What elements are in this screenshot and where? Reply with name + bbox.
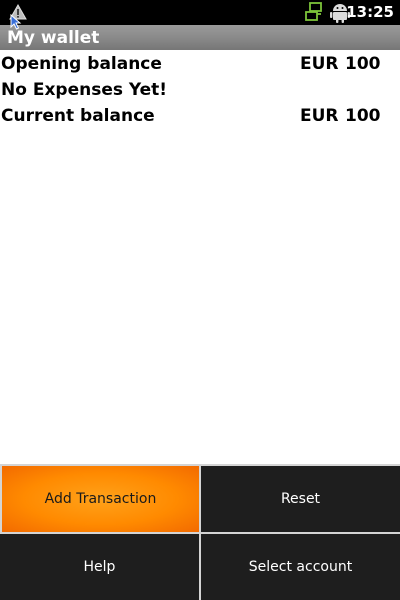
current-balance-amount: 100 bbox=[345, 106, 381, 126]
opening-balance-label: Opening balance bbox=[1, 54, 162, 74]
opening-balance-currency: EUR bbox=[300, 54, 339, 74]
opening-balance-amount: 100 bbox=[345, 54, 381, 74]
opening-balance-row: Opening balance EUR 100 bbox=[0, 51, 400, 77]
help-button[interactable]: Help bbox=[0, 534, 199, 600]
status-clock: 13:25 bbox=[346, 3, 394, 21]
no-expenses-message: No Expenses Yet! bbox=[1, 80, 168, 100]
expenses-row: No Expenses Yet! bbox=[0, 77, 400, 103]
title-bar: My wallet bbox=[0, 25, 400, 50]
current-balance-currency: EUR bbox=[300, 106, 339, 126]
current-balance-label: Current balance bbox=[1, 106, 155, 126]
app-title: My wallet bbox=[7, 28, 100, 48]
select-account-button[interactable]: Select account bbox=[201, 534, 400, 600]
reset-button[interactable]: Reset bbox=[201, 466, 400, 532]
cursor-icon bbox=[10, 14, 22, 30]
sync-icon bbox=[305, 2, 322, 21]
status-bar: 13:25 bbox=[0, 0, 400, 30]
wallet-screen: 13:25 My wallet Opening balance EUR 100 … bbox=[0, 0, 400, 600]
current-balance-row: Current balance EUR 100 bbox=[0, 103, 400, 129]
add-transaction-button[interactable]: Add Transaction bbox=[2, 466, 199, 532]
options-menu: Add Transaction Reset Help Select accoun… bbox=[0, 464, 400, 600]
